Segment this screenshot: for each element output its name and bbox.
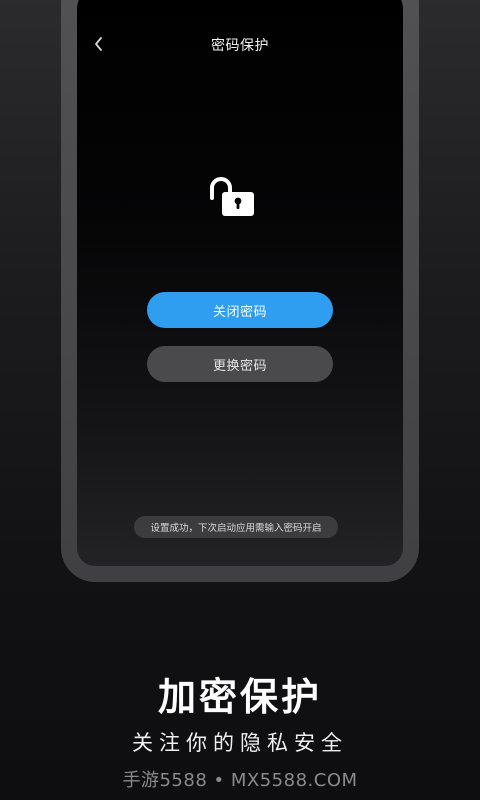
change-password-button[interactable]: 更换密码 xyxy=(147,346,333,382)
success-toast: 设置成功，下次启动应用需输入密码开启 xyxy=(134,516,338,538)
page-title: 密码保护 xyxy=(211,38,269,54)
watermark: 手游5588 • MX5588.COM xyxy=(122,770,358,791)
promo-subtitle: 关注你的隐私安全 xyxy=(132,731,348,755)
promo-headline: 加密保护 xyxy=(157,675,322,719)
close-password-button[interactable]: 关闭密码 xyxy=(147,292,333,328)
unlocked-padlock-icon xyxy=(210,177,254,216)
phone-screen: 密码保护 关闭密码 更换密码 设置成功，下次启动应用需输入密码开启 xyxy=(77,0,403,566)
